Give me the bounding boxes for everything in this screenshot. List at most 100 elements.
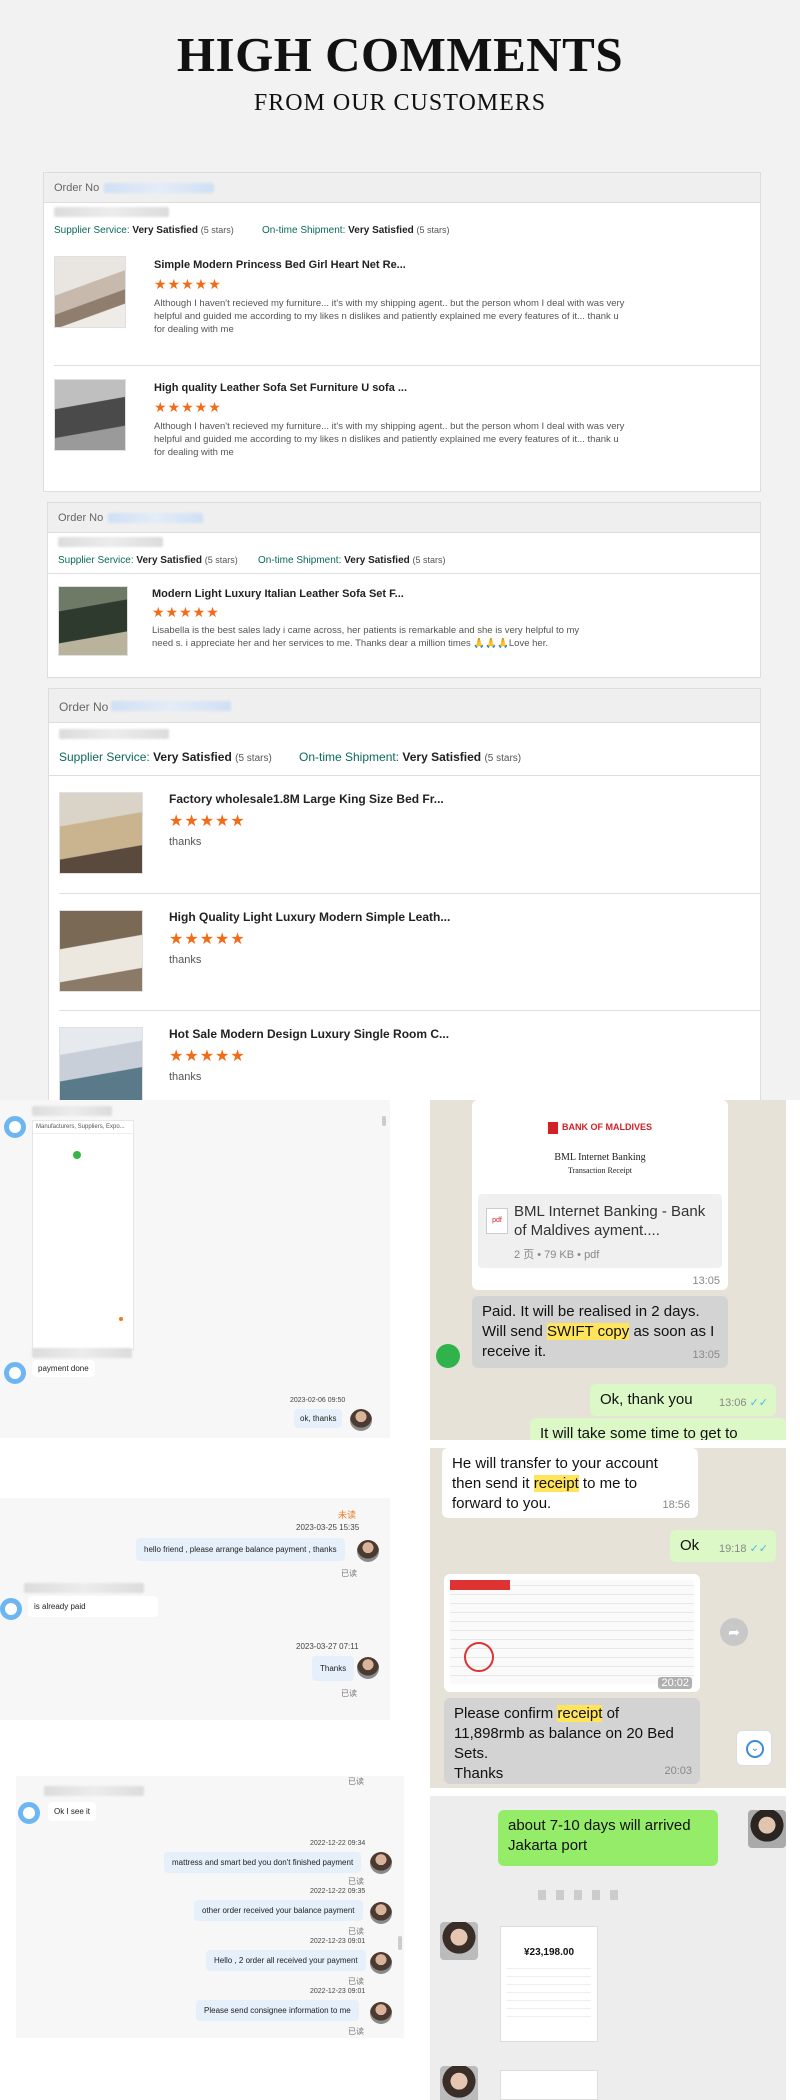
review-item[interactable]: High Quality Light Luxury Modern Simple … bbox=[59, 893, 760, 1010]
order-card: Order No Supplier Service: Very Satisfie… bbox=[47, 502, 761, 678]
product-thumbnail[interactable] bbox=[54, 256, 126, 328]
page-subtitle: FROM OUR CUSTOMERS bbox=[253, 90, 547, 116]
message-bubble: Hello , 2 order all received your paymen… bbox=[206, 1950, 366, 1971]
highlighted-text: receipt bbox=[557, 1705, 603, 1722]
page-title: HIGH COMMENTS bbox=[176, 27, 624, 82]
highlighted-text: receipt bbox=[533, 1475, 579, 1492]
buyer-avatar bbox=[440, 1922, 478, 1960]
read-status: 已读 bbox=[348, 1877, 364, 1886]
redacted-buyer bbox=[58, 537, 163, 547]
review-item[interactable]: Factory wholesale1.8M Large King Size Be… bbox=[59, 776, 760, 893]
rating-stars: ★★★★★ bbox=[169, 813, 246, 830]
product-thumbnail[interactable] bbox=[59, 1027, 143, 1103]
file-meta: 2 页 • 79 KB • pdf bbox=[514, 1249, 600, 1261]
message-bubble: It will take some time to get to bbox=[530, 1418, 786, 1440]
loading-pixels bbox=[538, 1890, 628, 1900]
bank-subtitle: BML Internet Banking bbox=[554, 1152, 646, 1163]
receipt-attachment[interactable]: BANK OF MALDIVES BML Internet Banking Tr… bbox=[472, 1100, 728, 1290]
forward-icon[interactable]: ➦ bbox=[720, 1618, 748, 1646]
dot-icon bbox=[119, 1317, 123, 1321]
contact-avatar bbox=[436, 1344, 460, 1368]
message-time: 13:05 bbox=[692, 1349, 720, 1361]
redacted-buyer bbox=[54, 207, 169, 217]
review-item[interactable]: Modern Light Luxury Italian Leather Sofa… bbox=[58, 574, 760, 674]
message-timestamp: 2022-12-22 09:34 bbox=[310, 1840, 366, 1847]
product-title[interactable]: Hot Sale Modern Design Luxury Single Roo… bbox=[169, 1027, 449, 1041]
read-status: 已读 bbox=[348, 1777, 364, 1786]
file-card[interactable]: pdf BML Internet Banking - Bank of Maldi… bbox=[478, 1194, 722, 1268]
message-bubble: Please confirm receipt of 11,898rmb as b… bbox=[444, 1698, 700, 1784]
product-title[interactable]: Modern Light Luxury Italian Leather Sofa… bbox=[152, 588, 404, 600]
scrollbar[interactable] bbox=[398, 1936, 402, 1950]
chat-panel-1: Manufacturers, Suppliers, Expo... paymen… bbox=[0, 1100, 390, 1438]
review-text: thanks bbox=[169, 1071, 202, 1083]
bank-subtitle-2: Transaction Receipt bbox=[568, 1166, 632, 1175]
product-thumbnail[interactable] bbox=[59, 792, 143, 874]
satisfaction-row: Supplier Service: Very Satisfied (5 star… bbox=[49, 723, 760, 775]
message-bubble: Paid. It will be realised in 2 days. Wil… bbox=[472, 1296, 728, 1368]
order-header: Order No bbox=[44, 173, 760, 203]
preview-title: Manufacturers, Suppliers, Expo... bbox=[33, 1121, 133, 1134]
seller-avatar bbox=[370, 1902, 392, 1924]
message-timestamp: 2022-12-23 09:01 bbox=[310, 1988, 366, 1995]
read-status: 已读 bbox=[348, 2027, 364, 2036]
whatsapp-screenshot-1: BANK OF MALDIVES BML Internet Banking Tr… bbox=[430, 1100, 786, 1440]
review-item[interactable]: Hot Sale Modern Design Luxury Single Roo… bbox=[59, 1010, 760, 1103]
product-thumbnail[interactable] bbox=[54, 379, 126, 451]
buyer-avatar bbox=[0, 1598, 22, 1620]
review-item[interactable]: Simple Modern Princess Bed Girl Heart Ne… bbox=[54, 243, 760, 365]
scroll-down-button[interactable]: ⌄ bbox=[736, 1730, 772, 1766]
product-thumbnail[interactable] bbox=[58, 586, 128, 656]
message-time: 20:02 bbox=[658, 1677, 692, 1689]
read-status: 已读 bbox=[348, 1977, 364, 1986]
message-timestamp: 2022-12-23 09:01 bbox=[310, 1938, 366, 1945]
product-title[interactable]: Factory wholesale1.8M Large King Size Be… bbox=[169, 792, 444, 806]
redacted-name bbox=[32, 1106, 112, 1116]
product-title[interactable]: High Quality Light Luxury Modern Simple … bbox=[169, 910, 450, 924]
message-bubble: Ok 19:18 ✓✓ bbox=[670, 1530, 776, 1562]
review-text: thanks bbox=[169, 836, 202, 848]
buyer-avatar bbox=[4, 1116, 26, 1138]
product-title[interactable]: Simple Modern Princess Bed Girl Heart Ne… bbox=[154, 259, 406, 271]
seller-avatar bbox=[350, 1409, 372, 1431]
message-timestamp: 2022-12-22 09:35 bbox=[310, 1888, 366, 1895]
receipt-lines bbox=[507, 1964, 591, 2024]
review-item[interactable]: High quality Leather Sofa Set Furniture … bbox=[54, 365, 760, 489]
message-time: 18:56 bbox=[662, 1499, 690, 1511]
seller-avatar bbox=[357, 1657, 379, 1679]
unread-label: 未读 bbox=[338, 1510, 357, 1520]
scrollbar[interactable] bbox=[382, 1116, 386, 1126]
receipt-image[interactable]: 20:02 bbox=[444, 1574, 700, 1692]
pdf-icon: pdf bbox=[486, 1208, 508, 1234]
rating-stars: ★★★★★ bbox=[152, 604, 220, 620]
chat-panel-3: 已读 Ok I see it 2022-12-22 09:34 mattress… bbox=[16, 1776, 404, 2038]
product-title[interactable]: High quality Leather Sofa Set Furniture … bbox=[154, 382, 407, 394]
receipt-image[interactable]: ¥23,198.00 bbox=[500, 1926, 598, 2042]
rating-stars: ★★★★★ bbox=[169, 1048, 246, 1065]
seller-avatar bbox=[370, 2002, 392, 2024]
file-title: BML Internet Banking - Bank of Maldives … bbox=[514, 1203, 706, 1239]
message-time: 13:05 bbox=[692, 1275, 720, 1287]
buyer-avatar bbox=[18, 1802, 40, 1824]
redacted-name bbox=[24, 1583, 144, 1593]
order-card: Order No Supplier Service: Very Satisfie… bbox=[48, 688, 761, 1103]
message-bubble: Ok I see it bbox=[48, 1802, 97, 1821]
amount-text: ¥23,198.00 bbox=[523, 1947, 575, 1958]
message-bubble: is already paid bbox=[28, 1596, 158, 1617]
satisfaction-row: Supplier Service: Very Satisfied (5 star… bbox=[44, 203, 760, 243]
message-time: 20:03 bbox=[664, 1765, 692, 1777]
message-bubble: mattress and smart bed you don't finishe… bbox=[164, 1852, 362, 1873]
order-no-label: Order No bbox=[59, 700, 109, 714]
order-no-label: Order No bbox=[58, 512, 104, 524]
whatsapp-screenshot-2: He will transfer to your account then se… bbox=[430, 1448, 786, 1788]
read-status: 已读 bbox=[341, 1689, 357, 1698]
success-icon bbox=[73, 1151, 81, 1159]
redacted-buyer bbox=[59, 729, 169, 739]
page: HIGH COMMENTS FROM OUR CUSTOMERS Order N… bbox=[0, 0, 800, 2100]
product-thumbnail[interactable] bbox=[59, 910, 143, 992]
receipt-image[interactable] bbox=[500, 2070, 598, 2100]
order-no-label: Order No bbox=[54, 182, 100, 194]
message-timestamp: 2023-03-27 07:11 bbox=[296, 1642, 359, 1651]
shared-page-preview[interactable]: Manufacturers, Suppliers, Expo... bbox=[32, 1120, 134, 1350]
bank-logo bbox=[548, 1122, 558, 1134]
